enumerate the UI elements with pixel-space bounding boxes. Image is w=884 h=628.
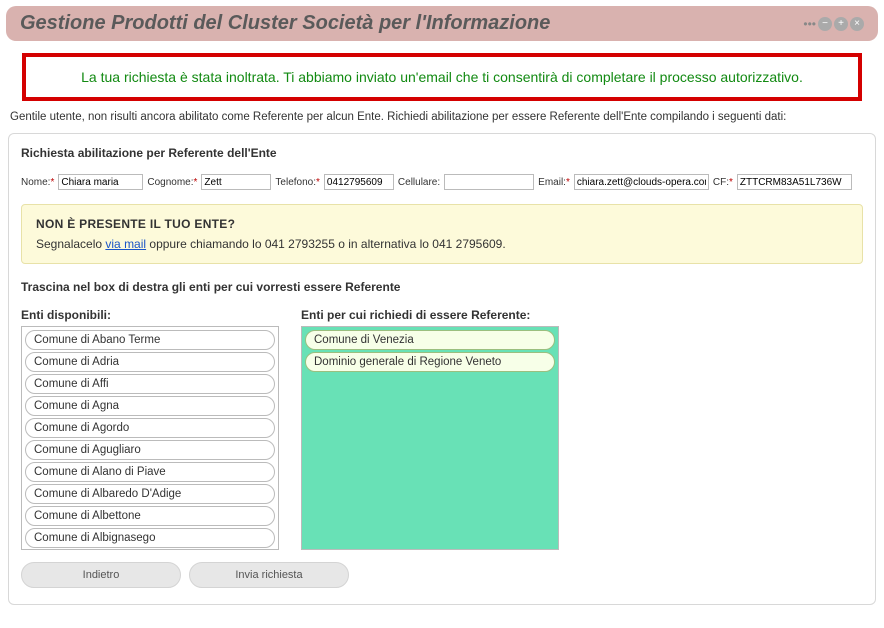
list-item[interactable]: Dominio generale di Regione Veneto — [305, 352, 555, 372]
list-item[interactable]: Comune di Abano Terme — [25, 330, 275, 350]
selected-column: Enti per cui richiedi di essere Referent… — [301, 308, 559, 550]
panel-title: Richiesta abilitazione per Referente del… — [21, 146, 863, 160]
nome-input[interactable] — [58, 174, 143, 190]
maximize-icon[interactable]: + — [834, 17, 848, 31]
list-item[interactable]: Comune di Affi — [25, 374, 275, 394]
list-item[interactable]: Comune di Venezia — [305, 330, 555, 350]
list-item[interactable]: Comune di Agordo — [25, 418, 275, 438]
selected-list[interactable]: Comune di VeneziaDominio generale di Reg… — [301, 326, 559, 550]
cognome-label: Cognome:* — [147, 177, 197, 188]
cellulare-input[interactable] — [444, 174, 534, 190]
available-label: Enti disponibili: — [21, 308, 279, 322]
telefono-input[interactable] — [324, 174, 394, 190]
page-title: Gestione Prodotti del Cluster Società pe… — [20, 12, 550, 35]
list-item[interactable]: Comune di Albettone — [25, 506, 275, 526]
note-body: Segnalacelo via mail oppure chiamando lo… — [36, 237, 848, 251]
button-row: Indietro Invia richiesta — [21, 562, 863, 588]
list-item[interactable]: Comune di Albignasego — [25, 528, 275, 548]
list-item[interactable]: Comune di Alano di Piave — [25, 462, 275, 482]
success-message: La tua richiesta è stata inoltrata. Ti a… — [22, 53, 862, 101]
cf-input[interactable] — [737, 174, 852, 190]
list-item[interactable]: Comune di Agna — [25, 396, 275, 416]
cellulare-label: Cellulare: — [398, 177, 440, 188]
submit-button[interactable]: Invia richiesta — [189, 562, 349, 588]
nome-label: Nome:* — [21, 177, 54, 188]
email-input[interactable] — [574, 174, 709, 190]
drag-instruction: Trascina nel box di destra gli enti per … — [21, 280, 863, 294]
list-item[interactable]: Comune di Agugliaro — [25, 440, 275, 460]
more-icon[interactable]: ••• — [803, 17, 816, 31]
back-button[interactable]: Indietro — [21, 562, 181, 588]
request-panel: Richiesta abilitazione per Referente del… — [8, 133, 876, 605]
telefono-label: Telefono:* — [275, 177, 320, 188]
window-controls: ••• − + × — [803, 17, 864, 31]
minimize-icon[interactable]: − — [818, 17, 832, 31]
available-column: Enti disponibili: Comune di Abano TermeC… — [21, 308, 279, 550]
available-list[interactable]: Comune di Abano TermeComune di AdriaComu… — [21, 326, 279, 550]
selected-label: Enti per cui richiedi di essere Referent… — [301, 308, 559, 322]
header-bar: Gestione Prodotti del Cluster Società pe… — [6, 6, 878, 41]
list-item[interactable]: Comune di Albaredo D'Adige — [25, 484, 275, 504]
lists-row: Enti disponibili: Comune di Abano TermeC… — [21, 308, 863, 550]
list-item[interactable]: Comune di Adria — [25, 352, 275, 372]
note-prefix: Segnalacelo — [36, 237, 105, 251]
note-mail-link[interactable]: via mail — [105, 237, 146, 251]
intro-text: Gentile utente, non risulti ancora abili… — [10, 111, 874, 123]
form-row: Nome:* Cognome:* Telefono:* Cellulare: E… — [21, 174, 863, 190]
note-suffix: oppure chiamando lo 041 2793255 o in alt… — [146, 237, 506, 251]
cf-label: CF:* — [713, 177, 733, 188]
cognome-input[interactable] — [201, 174, 271, 190]
email-label: Email:* — [538, 177, 570, 188]
close-icon[interactable]: × — [850, 17, 864, 31]
note-title: NON È PRESENTE IL TUO ENTE? — [36, 217, 848, 231]
note-box: NON È PRESENTE IL TUO ENTE? Segnalacelo … — [21, 204, 863, 264]
